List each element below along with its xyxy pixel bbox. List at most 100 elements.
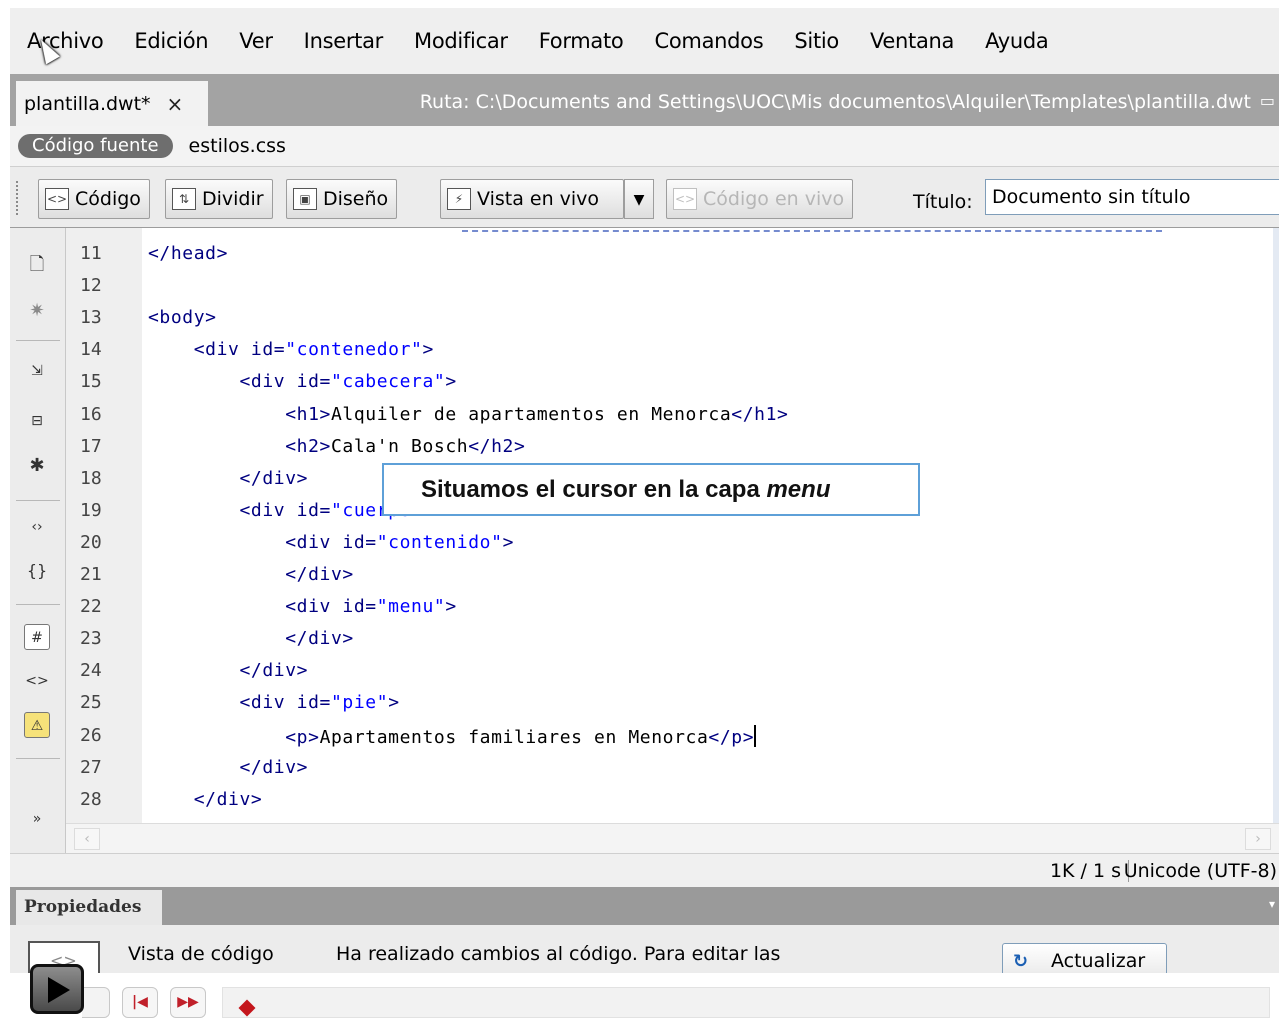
live-code-label: Código en vivo — [703, 188, 845, 210]
play-control-track — [82, 987, 110, 1018]
line-number: 23 — [80, 628, 102, 650]
menu-comandos[interactable]: Comandos — [655, 29, 764, 53]
dreamweaver-window: Archivo Edición Ver Insertar Modificar F… — [10, 8, 1279, 973]
code-view-icon: <> — [45, 188, 69, 210]
properties-view-label: Vista de código — [128, 943, 274, 965]
split-view-icon: ⇅ — [172, 188, 196, 210]
more-icon[interactable]: » — [24, 806, 50, 832]
show-code-navigator-icon[interactable]: ✷ — [24, 298, 50, 324]
document-tab-label: plantilla.dwt* — [24, 92, 151, 115]
fast-forward-button[interactable]: ▶▶ — [170, 987, 206, 1018]
line-number: 11 — [80, 243, 102, 264]
code-line: <h1>Alquiler de apartamentos en Menorca<… — [285, 403, 789, 425]
live-view-button[interactable]: ⚡ Vista en vivo — [440, 179, 624, 219]
callout-emphasis: menu — [766, 476, 831, 503]
line-number: 15 — [80, 371, 102, 393]
menu-sitio[interactable]: Sitio — [794, 29, 839, 53]
line-number: 28 — [80, 788, 102, 810]
code-line: <body> — [148, 307, 217, 329]
line-number: 24 — [80, 660, 102, 682]
code-line: <h2>Cala'n Bosch</h2> — [285, 435, 526, 457]
expand-all-icon[interactable]: ✱ — [24, 453, 50, 479]
split-view-label: Dividir — [202, 188, 264, 210]
line-number: 22 — [80, 596, 102, 618]
live-code-button[interactable]: <> Código en vivo — [666, 179, 854, 219]
open-documents-icon[interactable]: 🗋 — [24, 252, 50, 278]
syntax-error-alerts-icon[interactable]: ⚠ — [24, 712, 50, 738]
design-view-icon: ▣ — [293, 188, 317, 210]
code-line: <p>Apartamentos familiares en Menorca</p… — [285, 724, 757, 748]
document-title-label: Título: — [913, 191, 973, 213]
vertical-scrollbar[interactable] — [1273, 228, 1279, 823]
rewind-to-start-button[interactable]: |◀ — [122, 987, 158, 1018]
panel-options-icon[interactable]: ▾ — [1269, 897, 1275, 911]
properties-tab[interactable]: Propiedades — [16, 890, 162, 925]
live-view-label: Vista en vivo — [477, 188, 600, 210]
code-view-label: Código — [75, 188, 141, 210]
code-line: <div id="contenido"> — [285, 531, 514, 553]
timeline-bar[interactable] — [222, 987, 1270, 1018]
live-code-icon: <> — [673, 188, 697, 210]
properties-panel-header: Propiedades ▾ — [10, 887, 1279, 925]
menu-ventana[interactable]: Ventana — [870, 29, 954, 53]
coding-toolbar: 🗋 ✷ ⇲ ⊟ ✱ ‹› {} # <> ⚠ » — [10, 228, 66, 853]
code-line: </div> — [285, 628, 354, 650]
playhead-marker-icon[interactable] — [238, 999, 256, 1017]
line-number: 26 — [80, 724, 102, 746]
design-view-label: Diseño — [323, 188, 389, 210]
code-line: <div id="pie"> — [239, 692, 400, 714]
play-button[interactable] — [30, 964, 84, 1014]
select-parent-tag-icon[interactable]: ‹› — [24, 514, 50, 540]
tutorial-callout: Situamos el cursor en la capa menu — [382, 463, 920, 516]
design-view-button[interactable]: ▣ Diseño — [286, 179, 398, 219]
refresh-button[interactable]: ↻ Actualizar — [1002, 943, 1167, 973]
live-view-dropdown-chevron-icon[interactable]: ▼ — [624, 179, 654, 219]
menu-modificar[interactable]: Modificar — [414, 29, 508, 53]
code-line: </div> — [285, 564, 354, 585]
scroll-left-arrow-icon[interactable]: ‹ — [74, 828, 100, 850]
toolbar-divider — [16, 604, 60, 605]
line-numbers-icon[interactable]: # — [24, 624, 50, 650]
collapse-selection-icon[interactable]: ⊟ — [24, 408, 50, 434]
scroll-right-arrow-icon[interactable]: › — [1245, 828, 1271, 850]
toolbar-divider — [16, 340, 60, 341]
source-code-button[interactable]: Código fuente — [18, 134, 173, 158]
document-size: 1K / 1 s — [1049, 860, 1121, 882]
line-number: 27 — [80, 756, 102, 778]
line-number: 16 — [80, 403, 102, 425]
line-number: 17 — [80, 435, 102, 457]
toolbar-divider — [16, 500, 60, 501]
menu-edicion[interactable]: Edición — [134, 29, 208, 53]
line-number: 25 — [80, 692, 102, 714]
horizontal-scrollbar[interactable]: ‹ › — [66, 823, 1279, 853]
code-line: <div id="menu"> — [285, 596, 457, 618]
menu-bar: Archivo Edición Ver Insertar Modificar F… — [10, 8, 1279, 74]
line-number: 21 — [80, 564, 102, 585]
menu-insertar[interactable]: Insertar — [304, 29, 384, 53]
line-number-gutter — [66, 228, 142, 823]
document-tab[interactable]: plantilla.dwt* × — [16, 81, 208, 126]
close-icon[interactable]: × — [167, 92, 184, 116]
toolbar-divider — [16, 758, 60, 759]
collapse-full-tag-icon[interactable]: ⇲ — [24, 358, 50, 384]
code-view-button[interactable]: <> Código — [38, 179, 150, 219]
menu-formato[interactable]: Formato — [539, 29, 624, 53]
refresh-icon: ↻ — [1013, 951, 1029, 972]
properties-panel: <> Vista de código Ha realizado cambios … — [10, 925, 1279, 973]
code-line: <div id="cabecera"> — [239, 371, 457, 393]
code-line: </head> — [148, 243, 229, 264]
highlight-invalid-code-icon[interactable]: <> — [24, 668, 50, 694]
related-file-link[interactable]: estilos.css — [189, 135, 286, 157]
menu-ayuda[interactable]: Ayuda — [985, 29, 1049, 53]
balance-braces-icon[interactable]: {} — [24, 558, 50, 584]
document-encoding: Unicode (UTF-8) — [1123, 860, 1277, 882]
text-cursor — [754, 724, 757, 747]
split-view-button[interactable]: ⇅ Dividir — [165, 179, 273, 219]
live-view-icon: ⚡ — [447, 188, 471, 210]
toolbar-grip-icon[interactable] — [16, 181, 22, 215]
document-title-input[interactable] — [985, 179, 1279, 215]
menu-ver[interactable]: Ver — [239, 29, 273, 53]
code-line: </div> — [239, 467, 309, 489]
status-bar: 1K / 1 s Unicode (UTF-8) — [10, 853, 1279, 887]
restore-window-icon[interactable]: ▭ — [1260, 91, 1275, 110]
